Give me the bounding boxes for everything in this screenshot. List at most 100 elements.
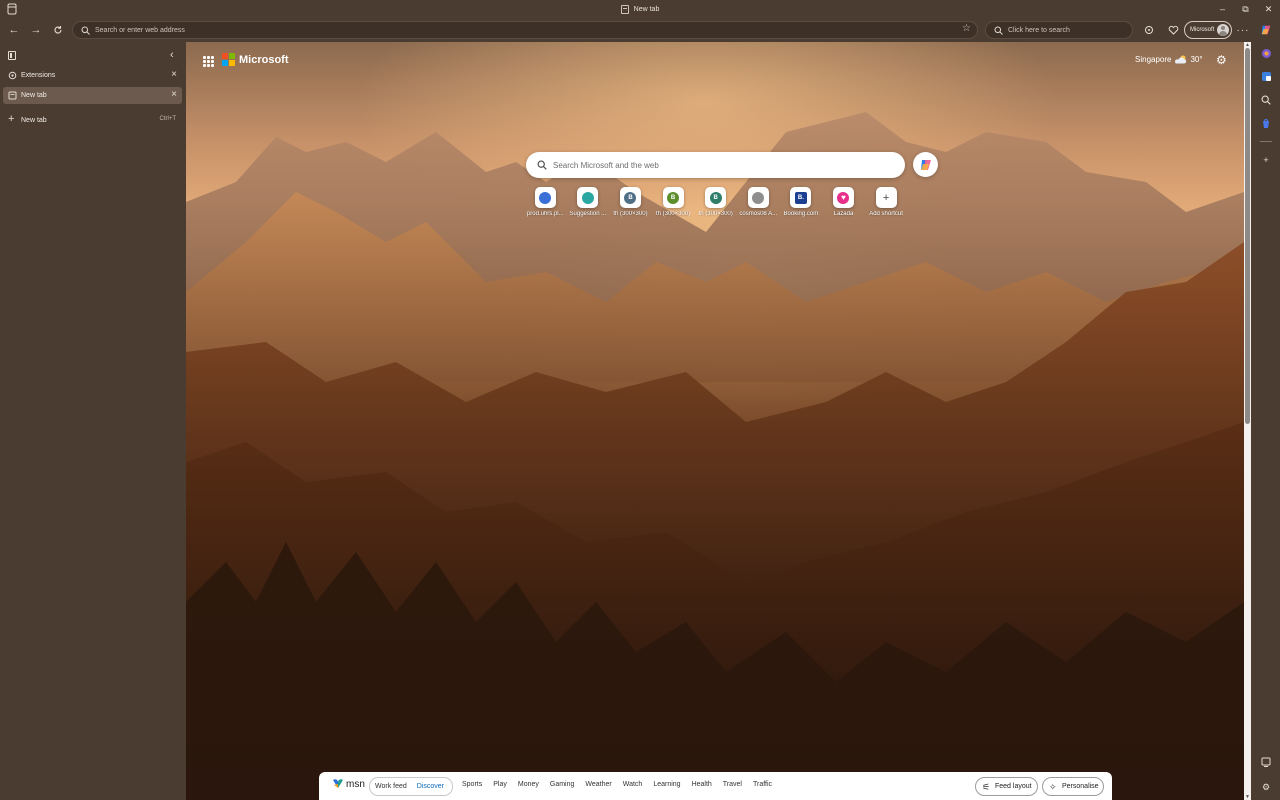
new-tab-page: Microsoft Singapore 30° ⚙ Search Microso… [186, 42, 1244, 800]
tab-actions-icon[interactable] [8, 51, 16, 60]
site-favicon-icon [539, 191, 552, 204]
tools-icon[interactable] [1259, 46, 1273, 60]
personalise-button[interactable]: ✧ Personalise [1042, 777, 1104, 796]
sidebar-settings-icon[interactable]: ⚙ [1259, 780, 1273, 794]
back-button[interactable]: ← [5, 21, 23, 39]
collapse-pane-icon[interactable]: ‹ [170, 49, 174, 61]
restore-button[interactable]: ⧉ [1234, 0, 1257, 18]
page-icon [620, 4, 629, 14]
category-money[interactable]: Money [518, 781, 539, 788]
site-favicon-icon [581, 191, 594, 204]
copilot-sidebar-icon[interactable] [1259, 23, 1273, 37]
page-icon [8, 91, 17, 100]
category-weather[interactable]: Weather [585, 781, 611, 788]
shortcut-tile[interactable]: cosmos08 A... [737, 187, 780, 217]
close-window-button[interactable]: ✕ [1257, 0, 1280, 18]
shortcut-label: Booking.com [783, 211, 819, 217]
msn-feed-bar: msn Work feed Discover Sports Play Money… [319, 772, 1112, 800]
shortcut-label: Add shortcut [869, 211, 903, 217]
more-options-icon[interactable]: ··· [1235, 22, 1251, 38]
new-tab-label: New tab [21, 116, 47, 124]
workspaces-icon[interactable] [6, 3, 18, 15]
tab-label: New tab [21, 92, 47, 99]
shortcut-tile[interactable]: Suggestion ... [567, 187, 610, 217]
toolbar-search-box[interactable]: Click here to search [985, 21, 1133, 39]
window-controls: – ⧉ ✕ [1211, 0, 1280, 18]
shortcut-tile[interactable]: B. Booking.com [780, 187, 823, 217]
copilot-button[interactable] [913, 152, 938, 177]
web-search-input[interactable]: Search Microsoft and the web [526, 152, 905, 178]
category-sports[interactable]: Sports [462, 781, 482, 788]
category-travel[interactable]: Travel [723, 781, 742, 788]
shortcuts-row: prod.uhrs.pl... Suggestion ... B th (300… [524, 187, 907, 217]
weather-widget[interactable]: Singapore 30° [1135, 55, 1203, 64]
window-title: New tab [0, 0, 1280, 18]
msn-logo[interactable]: msn [331, 778, 365, 790]
feed-segment-control: Work feed Discover [369, 777, 453, 796]
shortcut-label: Suggestion ... [569, 211, 607, 217]
scrollbar-thumb[interactable] [1245, 48, 1250, 424]
category-watch[interactable]: Watch [623, 781, 643, 788]
search-icon [537, 160, 547, 170]
segment-discover[interactable]: Discover [412, 783, 449, 790]
partly-cloudy-icon [1175, 55, 1187, 64]
sidebar-search-icon[interactable] [1259, 93, 1273, 107]
title-bar: New tab – ⧉ ✕ [0, 0, 1280, 18]
edge-sidebar: + ⚙ [1252, 19, 1280, 800]
close-tab-icon[interactable]: × [171, 89, 177, 100]
minimize-button[interactable]: – [1211, 0, 1234, 18]
shortcut-tile[interactable]: B th (300×300) [652, 187, 695, 217]
new-tab-button[interactable]: + New tab Ctrl+T [3, 112, 182, 128]
shortcut-label: Lazada [833, 211, 854, 217]
shortcut-label: cosmos08 A... [739, 211, 778, 217]
page-settings-icon[interactable]: ⚙ [1216, 53, 1227, 67]
tab-new-tab[interactable]: New tab × [3, 87, 182, 104]
brand-text: Microsoft [239, 53, 289, 66]
add-shortcut-button[interactable]: + Add shortcut [865, 187, 908, 217]
sparkle-star-icon: ✧ [1049, 782, 1057, 792]
category-traffic[interactable]: Traffic [753, 781, 772, 788]
microsoft-squares-icon [222, 53, 235, 66]
browser-essentials-icon[interactable] [1165, 22, 1181, 38]
feed-layout-button[interactable]: ⚟ Feed layout [975, 777, 1038, 796]
forward-button[interactable]: → [27, 21, 45, 39]
shortcut-tile[interactable]: B th (300×300) [694, 187, 737, 217]
copilot-icon [920, 159, 931, 170]
shortcut-tile[interactable]: B th (300×300) [609, 187, 652, 217]
shopping-icon[interactable] [1259, 116, 1273, 130]
tab-extensions[interactable]: Extensions × [3, 67, 182, 84]
scroll-down-arrow-icon[interactable]: ▼ [1245, 794, 1250, 800]
site-favicon-icon [752, 191, 765, 204]
add-sidebar-app-icon[interactable]: + [1259, 153, 1273, 167]
plus-icon: + [8, 113, 15, 125]
tab-label: Extensions [21, 72, 56, 79]
hide-sidebar-icon[interactable] [1259, 755, 1273, 769]
segment-work-feed[interactable]: Work feed [370, 783, 412, 790]
category-play[interactable]: Play [493, 781, 507, 788]
shortcut-tile[interactable]: ♥ Lazada [822, 187, 865, 217]
new-tab-shortcut: Ctrl+T [159, 116, 177, 122]
apps-launcher-icon[interactable] [203, 56, 214, 67]
site-favicon-icon: B [667, 191, 680, 204]
site-favicon-icon: B [624, 191, 637, 204]
address-bar[interactable]: Search or enter web address ☆ [72, 21, 978, 39]
toolbar-search-placeholder: Click here to search [1008, 26, 1070, 34]
search-icon [994, 26, 1003, 35]
personalise-label: Personalise [1062, 783, 1099, 790]
category-learning[interactable]: Learning [653, 781, 680, 788]
translate-icon[interactable] [1259, 69, 1273, 83]
plus-icon: + [882, 191, 890, 204]
category-gaming[interactable]: Gaming [550, 781, 575, 788]
category-health[interactable]: Health [692, 781, 712, 788]
favorite-star-icon[interactable]: ☆ [962, 23, 971, 34]
profile-button[interactable]: Microsoft [1184, 21, 1232, 39]
shortcut-tile[interactable]: prod.uhrs.pl... [524, 187, 567, 217]
feed-layout-label: Feed layout [995, 783, 1032, 790]
page-scrollbar[interactable]: ▲ ▼ [1244, 42, 1251, 800]
refresh-button[interactable] [49, 21, 67, 39]
category-nav: Sports Play Money Gaming Weather Watch L… [462, 781, 783, 788]
extensions-icon[interactable] [1141, 22, 1157, 38]
close-tab-icon[interactable]: × [171, 69, 177, 80]
booking-favicon-icon: B. [794, 191, 807, 204]
browser-toolbar: ← → Search or enter web address ☆ Click … [0, 19, 1280, 41]
